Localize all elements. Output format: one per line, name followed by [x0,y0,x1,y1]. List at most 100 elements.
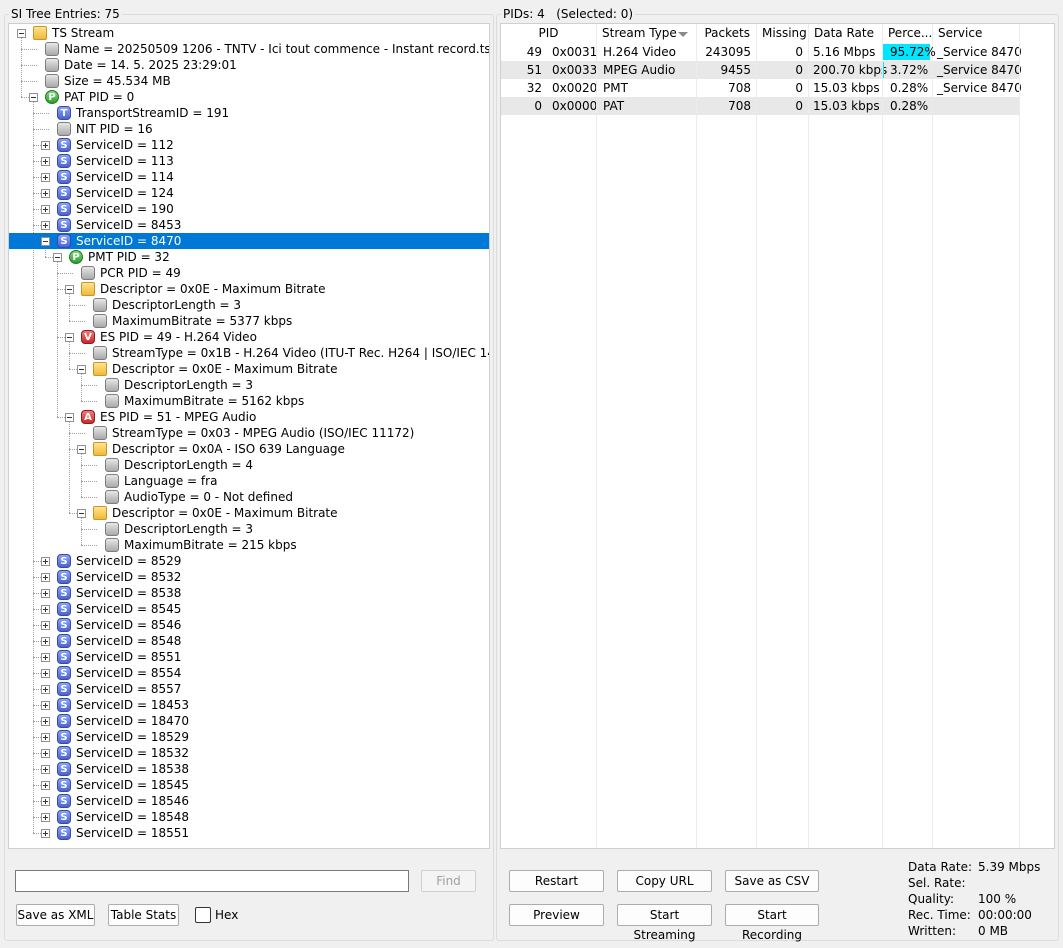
tree-item[interactable]: DescriptorLength = 3 [9,297,489,313]
expand-icon[interactable] [41,717,50,726]
tree-item[interactable]: S ServiceID = 8545 [9,601,489,617]
expand-icon[interactable] [41,669,50,678]
restart-button[interactable]: Restart [509,870,604,892]
tree-item[interactable]: S ServiceID = 18551 [9,825,489,841]
tree-item[interactable]: S ServiceID = 8557 [9,681,489,697]
tree-item[interactable]: S ServiceID = 18532 [9,745,489,761]
collapse-icon[interactable] [17,29,26,38]
collapse-icon[interactable] [53,253,62,262]
column-separator[interactable] [696,24,697,848]
pid-table[interactable]: PID Stream Type Packets Missing Data Rate Per… [500,23,1055,849]
save-as-xml-button[interactable]: Save as XML [16,904,95,926]
si-tree-view[interactable]: TS Stream Name = 20250509 1206 - TNTV - I… [8,23,490,849]
tree-item[interactable]: S ServiceID = 18545 [9,777,489,793]
tree-item[interactable]: S ServiceID = 18546 [9,793,489,809]
expand-icon[interactable] [41,749,50,758]
find-button[interactable]: Find [421,870,476,892]
expand-icon[interactable] [41,781,50,790]
tree-item[interactable]: StreamType = 0x1B - H.264 Video (ITU-T R… [9,345,489,361]
expand-icon[interactable] [41,685,50,694]
tree-item[interactable]: P PMT PID = 32 [9,249,489,265]
tree-item[interactable]: S ServiceID = 18538 [9,761,489,777]
tree-item[interactable]: S ServiceID = 114 [9,169,489,185]
expand-icon[interactable] [41,637,50,646]
expand-icon[interactable] [41,141,50,150]
tree-item[interactable]: S ServiceID = 190 [9,201,489,217]
collapse-icon[interactable] [29,93,38,102]
find-input[interactable] [15,870,409,892]
tree-item[interactable]: MaximumBitrate = 215 kbps [9,537,489,553]
column-separator[interactable] [596,24,597,848]
table-stats-button[interactable]: Table Stats [108,904,179,926]
column-separator[interactable] [882,24,883,848]
collapse-icon[interactable] [65,413,74,422]
expand-icon[interactable] [41,765,50,774]
preview-button[interactable]: Preview [509,904,604,926]
expand-icon[interactable] [41,221,50,230]
tree-item[interactable]: TS Stream [9,25,489,41]
column-separator[interactable] [932,24,933,848]
tree-item[interactable]: StreamType = 0x03 - MPEG Audio (ISO/IEC … [9,425,489,441]
tree-item[interactable]: AudioType = 0 - Not defined [9,489,489,505]
expand-icon[interactable] [41,829,50,838]
tree-item[interactable]: Descriptor = 0x0E - Maximum Bitrate [9,281,489,297]
tree-item[interactable]: S ServiceID = 18529 [9,729,489,745]
tree-item[interactable]: DescriptorLength = 3 [9,377,489,393]
tree-item[interactable]: T TransportStreamID = 191 [9,105,489,121]
tree-item[interactable]: Descriptor = 0x0E - Maximum Bitrate [9,361,489,377]
expand-icon[interactable] [41,205,50,214]
tree-item[interactable]: S ServiceID = 124 [9,185,489,201]
expand-icon[interactable] [41,813,50,822]
expand-icon[interactable] [41,733,50,742]
column-separator[interactable] [1019,24,1020,848]
tree-item[interactable]: PCR PID = 49 [9,265,489,281]
copy-url-button[interactable]: Copy URL [617,870,712,892]
collapse-icon[interactable] [41,237,50,246]
tree-item[interactable]: Descriptor = 0x0A - ISO 639 Language [9,441,489,457]
tree-item[interactable]: DescriptorLength = 4 [9,457,489,473]
expand-icon[interactable] [41,605,50,614]
tree-item[interactable]: S ServiceID = 8529 [9,553,489,569]
collapse-icon[interactable] [65,333,74,342]
tree-item[interactable]: S ServiceID = 8554 [9,665,489,681]
expand-icon[interactable] [41,797,50,806]
tree-item[interactable]: S ServiceID = 8538 [9,585,489,601]
tree-item[interactable]: NIT PID = 16 [9,121,489,137]
collapse-icon[interactable] [77,445,86,454]
tree-item[interactable]: Descriptor = 0x0E - Maximum Bitrate [9,505,489,521]
tree-item[interactable]: S ServiceID = 113 [9,153,489,169]
collapse-icon[interactable] [77,509,86,518]
column-header[interactable]: Service [932,24,1019,43]
tree-item[interactable]: S ServiceID = 8548 [9,633,489,649]
collapse-icon[interactable] [77,365,86,374]
tree-item[interactable]: MaximumBitrate = 5162 kbps [9,393,489,409]
start-streaming-button[interactable]: Start Streaming [617,904,712,942]
column-header[interactable]: Perce... [882,24,932,43]
expand-icon[interactable] [41,621,50,630]
tree-item[interactable]: S ServiceID = 112 [9,137,489,153]
expand-icon[interactable] [41,653,50,662]
tree-item[interactable]: S ServiceID = 18548 [9,809,489,825]
expand-icon[interactable] [41,189,50,198]
expand-icon[interactable] [41,157,50,166]
tree-item[interactable]: Language = fra [9,473,489,489]
expand-icon[interactable] [41,589,50,598]
column-header[interactable]: Packets [696,24,756,43]
tree-item[interactable]: Size = 45.534 MB [9,73,489,89]
column-header[interactable]: Missing [756,24,808,43]
pid-table-row[interactable]: 49 0x0031 H.264 Video 243095 0 5.16 Mbps 95.72… [501,43,1022,61]
collapse-icon[interactable] [65,285,74,294]
tree-item[interactable]: DescriptorLength = 3 [9,521,489,537]
tree-item[interactable]: P PAT PID = 0 [9,89,489,105]
tree-item[interactable]: S ServiceID = 8532 [9,569,489,585]
expand-icon[interactable] [41,557,50,566]
tree-item[interactable]: S ServiceID = 8470 [9,233,489,249]
tree-item[interactable]: Name = 20250509 1206 - TNTV - Ici tout c… [9,41,489,57]
tree-item[interactable]: S ServiceID = 8453 [9,217,489,233]
tree-item[interactable]: S ServiceID = 8546 [9,617,489,633]
start-recording-button[interactable]: Start Recording [725,904,819,942]
tree-item[interactable]: Date = 14. 5. 2025 23:29:01 [9,57,489,73]
tree-item[interactable]: A ES PID = 51 - MPEG Audio [9,409,489,425]
expand-icon[interactable] [41,173,50,182]
pid-table-row[interactable]: 51 0x0033 MPEG Audio 9455 0 200.70 kbps 3.72% _… [501,61,1022,79]
